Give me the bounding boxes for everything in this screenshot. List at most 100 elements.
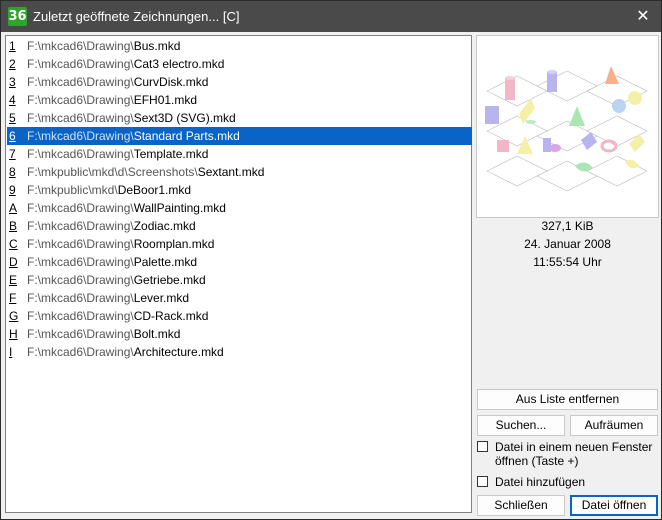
list-item-shortcut-key: 1 (9, 39, 16, 53)
list-item-shortcut-key: F (9, 291, 17, 305)
list-item-filename: Zodiac.mkd (133, 219, 196, 233)
list-item[interactable]: G F:\mkcad6\Drawing\CD-Rack.mkd (7, 307, 472, 325)
list-item-shortcut-key: B (9, 219, 18, 233)
list-item-directory: F:\mkpublic\mkd\ (27, 183, 118, 197)
recent-files-list[interactable]: 1 F:\mkcad6\Drawing\Bus.mkd 2 F:\mkcad6\Dra… (5, 35, 472, 513)
list-item-directory: F:\mkcad6\Drawing\ (27, 39, 134, 53)
list-item-directory: F:\mkcad6\Drawing\ (27, 129, 134, 143)
list-item-shortcut-key: G (9, 309, 19, 323)
list-item[interactable]: 7 F:\mkcad6\Drawing\Template.mkd (7, 145, 472, 163)
list-item-shortcut-key: 2 (9, 57, 16, 71)
list-item-path: F:\mkcad6\Drawing\Roomplan.mkd (27, 235, 214, 253)
list-item-directory: F:\mkcad6\Drawing\ (27, 219, 134, 233)
list-item-path: F:\mkcad6\Drawing\Bolt.mkd (27, 325, 180, 343)
list-item-path: F:\mkpublic\mkd\DeBoor1.mkd (27, 181, 191, 199)
list-item[interactable]: 8 F:\mkpublic\mkd\d\Screenshots\Sextant.m… (7, 163, 472, 181)
list-item[interactable]: H F:\mkcad6\Drawing\Bolt.mkd (7, 325, 472, 343)
list-item-path: F:\mkcad6\Drawing\Cat3 electro.mkd (27, 55, 224, 73)
file-size: 327,1 KiB (541, 219, 594, 233)
open-in-new-window-option: Datei in einem neuen Fenster öffnen (Tas… (477, 440, 659, 470)
remove-from-list-button[interactable]: Aus Liste entfernen (477, 389, 658, 410)
list-item[interactable]: 4 F:\mkcad6\Drawing\EFH01.mkd (7, 91, 472, 109)
list-item-shortcut-key: 8 (9, 165, 16, 179)
open-in-new-window-label-line1: Datei in einem neuen Fenster (495, 440, 653, 454)
list-item-directory: F:\mkcad6\Drawing\ (27, 237, 134, 251)
list-item-directory: F:\mkcad6\Drawing\ (27, 57, 134, 71)
list-item[interactable]: 2 F:\mkcad6\Drawing\Cat3 electro.mkd (7, 55, 472, 73)
list-item-shortcut-key: 9 (9, 183, 16, 197)
list-item-filename: Lever.mkd (133, 291, 190, 305)
list-item-filename: Palette.mkd (133, 255, 198, 269)
list-item-filename: Cat3 electro.mkd (133, 57, 225, 71)
list-item-directory: F:\mkcad6\Drawing\ (27, 93, 134, 107)
list-item-directory: F:\mkcad6\Drawing\ (27, 201, 134, 215)
list-item-path: F:\mkcad6\Drawing\WallPainting.mkd (27, 199, 226, 217)
list-item-path: F:\mkcad6\Drawing\Zodiac.mkd (27, 217, 196, 235)
list-item[interactable]: E F:\mkcad6\Drawing\Getriebe.mkd (7, 271, 472, 289)
list-item-path: F:\mkcad6\Drawing\CD-Rack.mkd (27, 307, 208, 325)
list-item-filename: Architecture.mkd (133, 345, 224, 359)
list-item-directory: F:\mkcad6\Drawing\ (27, 309, 134, 323)
list-item-shortcut-key: 6 (9, 129, 16, 143)
add-file-label: Datei hinzufügen (495, 475, 586, 489)
list-item-path: F:\mkcad6\Drawing\Getriebe.mkd (27, 271, 206, 289)
list-item-shortcut-key: E (9, 273, 18, 287)
list-item-filename: Getriebe.mkd (133, 273, 206, 287)
list-item-filename: Bus.mkd (133, 39, 181, 53)
list-item-filename: WallPainting.mkd (133, 201, 226, 215)
open-in-new-window-label-line2: öffnen (Taste +) (495, 454, 579, 468)
drawing-preview (476, 35, 659, 218)
close-button[interactable]: Schließen (477, 495, 565, 516)
list-item-path: F:\mkcad6\Drawing\Standard Parts.mkd (27, 127, 240, 145)
list-item-shortcut-key: D (9, 255, 18, 269)
list-item[interactable]: 5 F:\mkcad6\Drawing\Sext3D (SVG).mkd (7, 109, 472, 127)
list-item-shortcut-key: 3 (9, 75, 16, 89)
list-item[interactable]: F F:\mkcad6\Drawing\Lever.mkd (7, 289, 472, 307)
list-item[interactable]: 6 F:\mkcad6\Drawing\Standard Parts.mkd (7, 127, 472, 145)
list-item[interactable]: D F:\mkcad6\Drawing\Palette.mkd (7, 253, 472, 271)
list-item-filename: Sext3D (SVG).mkd (133, 111, 236, 125)
list-item-directory: F:\mkcad6\Drawing\ (27, 75, 134, 89)
add-file-option: Datei hinzufügen (477, 475, 659, 491)
list-item-path: F:\mkpublic\mkd\d\Screenshots\Sextant.mk… (27, 163, 264, 181)
list-item[interactable]: A F:\mkcad6\Drawing\WallPainting.mkd (7, 199, 472, 217)
list-item-path: F:\mkcad6\Drawing\Palette.mkd (27, 253, 197, 271)
list-item[interactable]: 9 F:\mkpublic\mkd\DeBoor1.mkd (7, 181, 472, 199)
list-item-shortcut-key: C (9, 237, 18, 251)
add-file-checkbox[interactable] (477, 476, 488, 487)
cleanup-button[interactable]: Aufräumen (570, 415, 658, 436)
title-bar[interactable]: 36 Zuletzt geöffnete Zeichnungen... [C] … (1, 1, 661, 32)
list-item-shortcut-key: A (9, 201, 18, 215)
list-item-path: F:\mkcad6\Drawing\EFH01.mkd (27, 91, 197, 109)
close-icon[interactable]: ✕ (625, 1, 661, 32)
list-item-filename: Standard Parts.mkd (133, 129, 240, 143)
preview-thumbnail-image (485, 66, 648, 192)
open-in-new-window-checkbox[interactable] (477, 441, 488, 452)
list-item-filename: EFH01.mkd (133, 93, 198, 107)
open-file-button[interactable]: Datei öffnen (570, 495, 658, 516)
list-item-path: F:\mkcad6\Drawing\Architecture.mkd (27, 343, 224, 361)
list-item[interactable]: C F:\mkcad6\Drawing\Roomplan.mkd (7, 235, 472, 253)
file-date: 24. Januar 2008 (524, 237, 611, 251)
app-icon: 36 (8, 7, 27, 26)
list-item[interactable]: B F:\mkcad6\Drawing\Zodiac.mkd (7, 217, 472, 235)
window-title: Zuletzt geöffnete Zeichnungen... [C] (33, 9, 240, 24)
list-item-filename: Template.mkd (133, 147, 209, 161)
list-item-directory: F:\mkcad6\Drawing\ (27, 147, 134, 161)
list-item[interactable]: 1 F:\mkcad6\Drawing\Bus.mkd (7, 37, 472, 55)
list-item-filename: Bolt.mkd (133, 327, 181, 341)
list-item-path: F:\mkcad6\Drawing\Sext3D (SVG).mkd (27, 109, 236, 127)
search-button[interactable]: Suchen... (477, 415, 565, 436)
list-item-shortcut-key: 4 (9, 93, 16, 107)
list-item[interactable]: I F:\mkcad6\Drawing\Architecture.mkd (7, 343, 472, 361)
list-item-filename: Roomplan.mkd (133, 237, 215, 251)
list-item-directory: F:\mkcad6\Drawing\ (27, 327, 134, 341)
list-item-directory: F:\mkcad6\Drawing\ (27, 255, 134, 269)
list-item-directory: F:\mkcad6\Drawing\ (27, 291, 134, 305)
list-item-directory: F:\mkcad6\Drawing\ (27, 111, 134, 125)
list-item-shortcut-key: I (9, 345, 13, 359)
list-item[interactable]: 3 F:\mkcad6\Drawing\CurvDisk.mkd (7, 73, 472, 91)
list-item-directory: F:\mkcad6\Drawing\ (27, 273, 134, 287)
list-item-filename: DeBoor1.mkd (117, 183, 192, 197)
list-item-shortcut-key: 7 (9, 147, 16, 161)
